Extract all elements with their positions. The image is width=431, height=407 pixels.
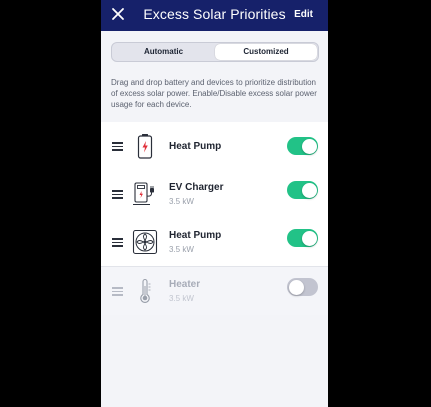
fan-icon — [132, 229, 158, 255]
drag-handle-icon[interactable] — [112, 238, 123, 247]
device-name: Heater — [169, 279, 201, 290]
tab-automatic[interactable]: Automatic — [113, 44, 214, 60]
enable-toggle[interactable] — [287, 181, 318, 199]
enable-toggle[interactable] — [287, 278, 318, 296]
tab-customized[interactable]: Customized — [215, 44, 317, 60]
device-power: 3.5 kW — [169, 197, 194, 206]
mode-segmented-control: Automatic Customized — [111, 42, 319, 62]
device-power: 3.5 kW — [169, 245, 194, 254]
list-item[interactable]: Heater 3.5 kW — [101, 266, 328, 315]
battery-icon — [137, 134, 153, 159]
edit-button[interactable]: Edit — [294, 9, 313, 20]
header-bar: Excess Solar Priorities Edit — [101, 0, 328, 31]
drag-handle-icon[interactable] — [112, 287, 123, 296]
list-item[interactable]: Heat Pump 3.5 kW — [101, 218, 328, 266]
list-item[interactable]: EV Charger 3.5 kW — [101, 170, 328, 218]
device-priority-list: Heat Pump EV Charger 3.5 kW Heat Pump 3.… — [101, 122, 328, 315]
thermometer-icon — [140, 278, 151, 303]
device-name: Heat Pump — [169, 230, 222, 241]
list-item[interactable]: Heat Pump — [101, 122, 328, 170]
enable-toggle[interactable] — [287, 229, 318, 247]
device-name: Heat Pump — [169, 141, 222, 152]
app-screen: Excess Solar Priorities Edit Automatic C… — [101, 0, 328, 407]
device-power: 3.5 kW — [169, 294, 194, 303]
device-name: EV Charger — [169, 182, 224, 193]
instructions-text: Drag and drop battery and devices to pri… — [111, 78, 317, 109]
drag-handle-icon[interactable] — [112, 190, 123, 199]
ev-charger-icon — [133, 182, 154, 206]
enable-toggle[interactable] — [287, 137, 318, 155]
drag-handle-icon[interactable] — [112, 142, 123, 151]
